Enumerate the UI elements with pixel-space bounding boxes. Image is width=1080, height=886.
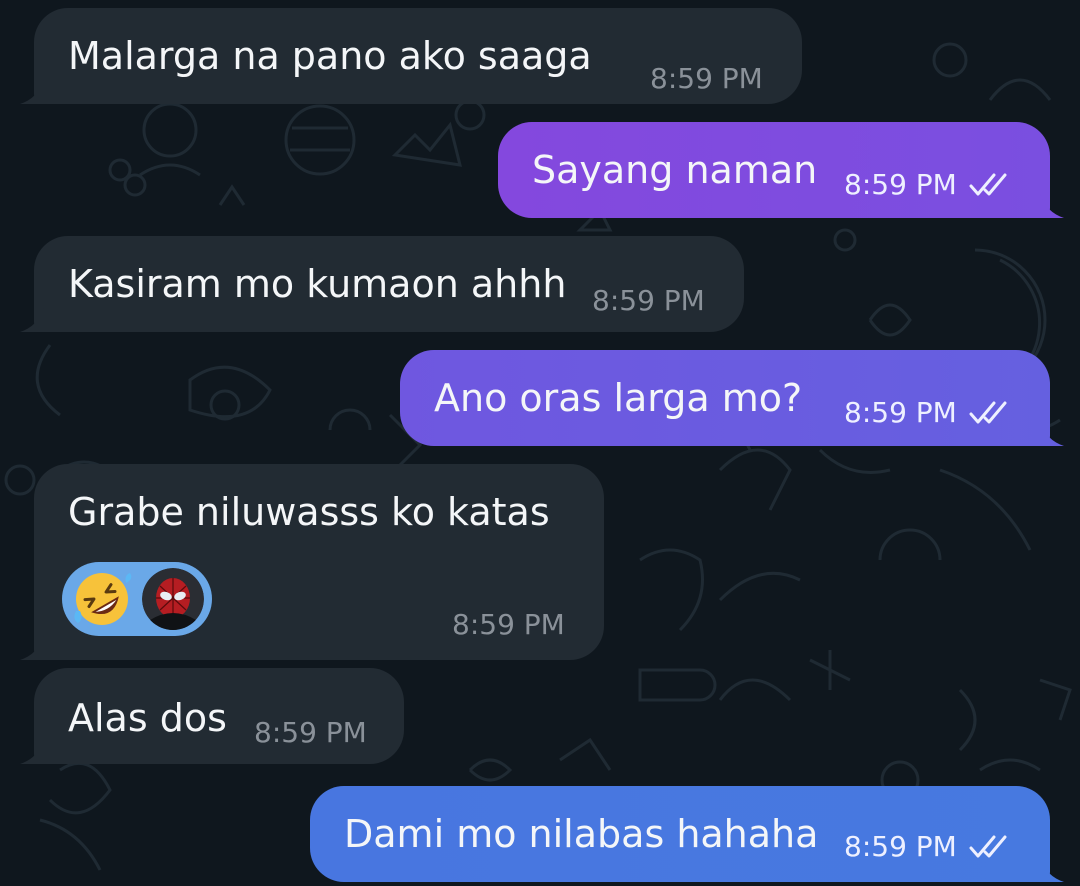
timestamp-text: 8:59 PM [592,284,705,317]
message-text: Sayang naman [532,148,818,192]
message-text: Dami mo nilabas hahaha [344,812,819,856]
message-text: Kasiram mo kumaon ahhh [68,262,567,306]
bubble-tail [1040,422,1064,446]
message-text: Ano oras larga mo? [434,376,803,420]
message-timestamp: 8:59 PM [254,718,367,748]
message-text: Grabe niluwasss ko katas [68,490,550,534]
bubble-tail [20,80,44,104]
bubble-tail [1040,194,1064,218]
rolling-on-floor-laughing-emoji-icon [74,573,132,625]
message-bubble-outgoing[interactable]: Ano oras larga mo? 8:59 PM [400,350,1064,446]
message-bubble-outgoing[interactable]: Dami mo nilabas hahaha 8:59 PM [310,786,1064,882]
message-bubble-incoming[interactable]: Grabe niluwasss ko katas 8:59 PM [20,464,604,660]
message-bubble-incoming[interactable]: Alas dos 8:59 PM [20,668,404,764]
message-bubble-incoming[interactable]: Kasiram mo kumaon ahhh 8:59 PM [20,236,744,332]
message-timestamp: 8:59 PM [844,398,1013,428]
message-timestamp: 8:59 PM [650,64,763,94]
timestamp-text: 8:59 PM [844,168,957,201]
reaction-pill[interactable] [62,562,212,636]
double-check-icon [969,835,1007,858]
message-timestamp: 8:59 PM [844,832,1013,862]
double-check-icon [969,173,1007,196]
bubble-tail [20,308,44,332]
timestamp-text: 8:59 PM [844,830,957,863]
double-check-icon [969,401,1007,424]
message-timestamp: 8:59 PM [452,610,565,640]
timestamp-text: 8:59 PM [254,716,367,749]
bubble-tail [1040,858,1064,882]
message-bubble-outgoing[interactable]: Sayang naman 8:59 PM [498,122,1064,218]
bubble-tail [20,636,44,660]
message-timestamp: 8:59 PM [844,170,1013,200]
timestamp-text: 8:59 PM [650,62,763,95]
spiderman-avatar [142,568,204,630]
timestamp-text: 8:59 PM [844,396,957,429]
message-timestamp: 8:59 PM [592,286,705,316]
message-text: Alas dos [68,696,227,740]
chat-message-list: Malarga na pano ako saaga 8:59 PM Sayang… [0,0,1080,886]
message-bubble-incoming[interactable]: Malarga na pano ako saaga 8:59 PM [20,8,802,104]
bubble-tail [20,740,44,764]
timestamp-text: 8:59 PM [452,608,565,641]
message-text: Malarga na pano ako saaga [68,34,592,78]
